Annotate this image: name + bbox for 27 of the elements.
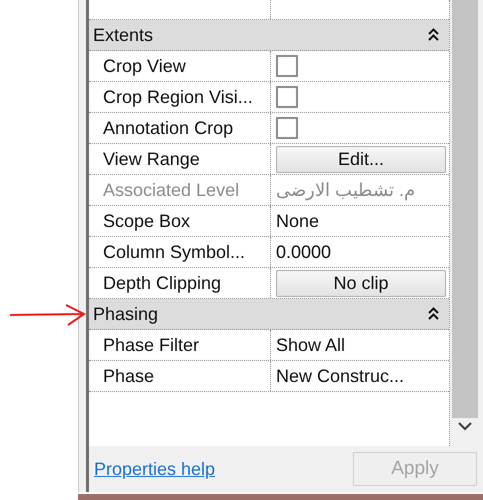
property-label: Column Symbol... (89, 237, 271, 267)
scroll-down-icon[interactable] (458, 422, 472, 431)
value-button[interactable]: No clip (276, 270, 446, 296)
property-label: Crop View (89, 51, 271, 81)
property-label: Scope Box (89, 206, 271, 236)
property-value: 0.0000 (276, 241, 332, 264)
property-label: Phase (89, 361, 271, 391)
property-value: م. تشطيب الارضى (276, 179, 416, 202)
property-label: Crop Region Visi... (89, 82, 271, 112)
collapse-icon[interactable] (428, 307, 439, 321)
scrollbar-thumb[interactable] (452, 0, 478, 418)
section-title: Phasing (93, 302, 158, 326)
checkbox[interactable] (276, 55, 298, 77)
property-label: Phase Filter (89, 330, 271, 360)
value-button[interactable]: Edit... (276, 146, 446, 172)
checkbox[interactable] (276, 117, 298, 139)
collapse-icon[interactable] (428, 28, 439, 42)
property-label: View Range (89, 144, 271, 174)
property-value: None (276, 210, 320, 233)
property-label: Associated Level (89, 175, 271, 205)
property-value: Show All (276, 334, 346, 357)
property-value: New Construc... (276, 365, 404, 388)
property-label: Depth Clipping (89, 268, 271, 298)
checkbox[interactable] (276, 86, 298, 108)
section-title: Extents (93, 24, 154, 46)
help-link[interactable]: Properties help (94, 456, 216, 482)
property-label: Annotation Crop (89, 113, 271, 143)
